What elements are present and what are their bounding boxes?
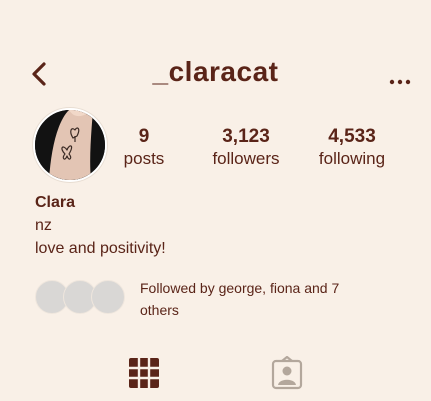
tattoo-photo-avatar bbox=[35, 110, 105, 180]
profile-avatar[interactable] bbox=[33, 108, 107, 182]
following-count: 4,533 bbox=[328, 126, 376, 147]
followers-stat[interactable]: 3,123 followers bbox=[200, 126, 292, 170]
tab-tagged[interactable] bbox=[270, 355, 304, 390]
mutual-followers-avatars[interactable] bbox=[35, 280, 127, 314]
following-label: following bbox=[318, 149, 386, 168]
posts-stat[interactable]: 9 posts bbox=[118, 126, 170, 170]
more-options-button[interactable] bbox=[388, 74, 412, 85]
following-stat[interactable]: 4,533 following bbox=[308, 126, 396, 170]
more-horizontal-icon bbox=[389, 79, 411, 85]
followers-label: followers bbox=[212, 149, 280, 168]
followed-by-text[interactable]: Followed by george, fiona and 7 others bbox=[140, 277, 380, 321]
tab-posts-grid[interactable] bbox=[127, 356, 161, 390]
mutual-avatar bbox=[91, 280, 125, 314]
posts-label: posts bbox=[123, 149, 165, 168]
tagged-icon bbox=[271, 355, 303, 390]
posts-count: 9 bbox=[138, 126, 150, 147]
profile-username: _claracat bbox=[152, 56, 279, 87]
grid-icon bbox=[129, 358, 159, 388]
followers-count: 3,123 bbox=[222, 126, 270, 147]
display-name: Clara bbox=[35, 194, 76, 211]
bio-line: love and positivity! bbox=[35, 240, 166, 257]
bio-line: nz bbox=[35, 217, 52, 234]
